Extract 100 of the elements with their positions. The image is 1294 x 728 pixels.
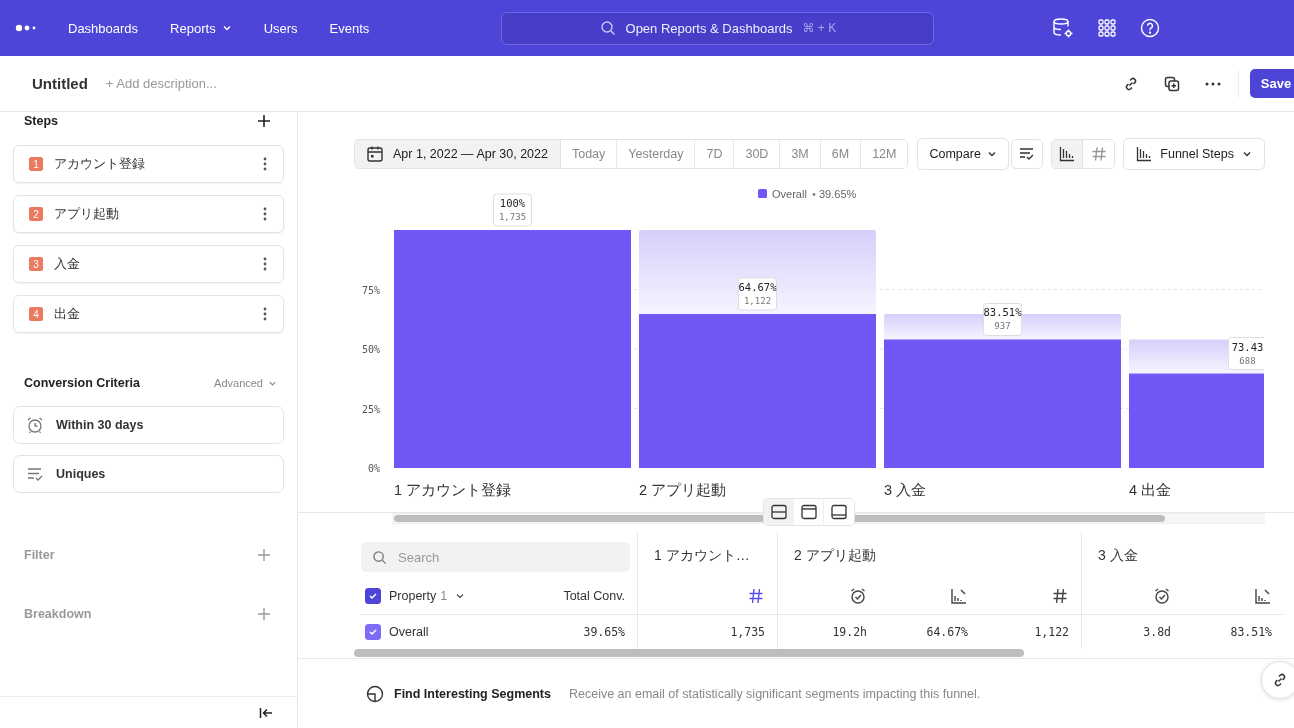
table-cell: 39.65% <box>583 625 625 639</box>
clock-check-icon[interactable] <box>1153 586 1171 605</box>
footer-text: Receive an email of statistically significant segments impacting this funnel. <box>568 686 981 701</box>
section-title: Steps <box>24 114 59 128</box>
chevron-down-icon <box>1242 149 1252 159</box>
column-header: 1 アカウント… <box>653 546 751 565</box>
step-name: 出金 <box>54 305 80 323</box>
link-button[interactable] <box>1261 661 1294 699</box>
bar-chart-view-button[interactable] <box>1052 140 1084 168</box>
more-icon[interactable] <box>1205 81 1221 86</box>
segments-icon <box>366 684 384 703</box>
table-cell-text: 3.8d <box>1142 624 1172 641</box>
compare-dropdown[interactable]: Compare <box>917 138 1009 170</box>
step-card[interactable]: 2 アプリ起動 <box>13 195 284 233</box>
date-range-picker[interactable]: Apr 1, 2022 — Apr 30, 2022 <box>355 140 561 168</box>
column-header: 2 アプリ起動 <box>793 546 877 565</box>
clock-check-icon[interactable] <box>849 586 867 605</box>
checkmark-icon <box>368 627 378 637</box>
value-label: 64.67% 1,122 <box>738 277 777 311</box>
category-label: 1 アカウント登録 <box>394 482 512 498</box>
chart-percent-icon[interactable] <box>950 586 968 605</box>
footer-title[interactable]: Find Interesting Segments <box>394 686 551 701</box>
step-card[interactable]: 3 入金 <box>13 245 284 283</box>
axis-label: 50% <box>361 344 380 355</box>
shortcut-hint: ⌘ + K <box>802 21 837 35</box>
top-panel-layout-icon <box>800 504 817 520</box>
axis-label: 0% <box>367 463 380 474</box>
more-vertical-icon[interactable] <box>263 307 267 321</box>
hash-icon[interactable] <box>747 586 765 605</box>
alarm-clock-icon <box>26 416 44 434</box>
link-icon[interactable] <box>1123 75 1139 92</box>
chart-percent-icon[interactable] <box>1254 586 1272 605</box>
collapse-sidebar-icon[interactable] <box>259 706 273 719</box>
duplicate-icon[interactable] <box>1164 75 1180 92</box>
layout-button[interactable] <box>764 499 794 525</box>
database-settings-icon[interactable] <box>1052 17 1075 39</box>
criteria-option[interactable]: Within 30 days <box>13 406 284 444</box>
checkbox[interactable] <box>365 624 381 640</box>
apps-grid-icon[interactable] <box>1098 19 1117 37</box>
logo-icon[interactable] <box>15 24 37 32</box>
step-card[interactable]: 4 出金 <box>13 295 284 333</box>
criteria-label: Within 30 days <box>56 418 144 432</box>
help-icon[interactable] <box>1140 18 1161 38</box>
nav-link[interactable]: Users <box>263 20 298 36</box>
category-label: 3 入金 <box>884 482 927 498</box>
more-vertical-icon[interactable] <box>263 207 267 221</box>
bar-chart-icon <box>1059 146 1076 162</box>
advanced-dropdown[interactable]: Advanced <box>214 377 263 389</box>
nav-link[interactable]: Dashboards <box>68 20 139 36</box>
nav-link[interactable]: Reports <box>170 20 216 36</box>
legend: Overall 39.65% <box>758 188 857 200</box>
report-title[interactable]: Untitled <box>32 75 88 92</box>
sort-check-icon <box>1019 147 1036 161</box>
checkbox[interactable] <box>365 587 381 604</box>
hash-icon[interactable] <box>1051 586 1069 605</box>
criteria-option[interactable]: Uniques <box>13 455 284 493</box>
calendar-icon <box>366 145 384 163</box>
chevron-down-icon[interactable] <box>221 23 232 33</box>
chart-type-label: Funnel Steps <box>1160 147 1234 161</box>
axis-label: 75% <box>361 284 380 296</box>
search-icon <box>599 20 616 36</box>
more-vertical-icon[interactable] <box>263 257 267 271</box>
step-name: アカウント登録 <box>54 155 145 173</box>
value-label: 73.43 688 <box>1228 337 1264 370</box>
step-name: アプリ起動 <box>54 205 119 223</box>
step-card[interactable]: 1 アカウント登録 <box>13 145 284 183</box>
save-button[interactable]: Save <box>1250 69 1294 98</box>
column-header: 3 入金 <box>1097 546 1139 565</box>
table-cell-text: 64.67% <box>925 624 969 641</box>
column-header: Total Conv. <box>563 588 625 603</box>
table-cell-text: 1,122 <box>1033 624 1070 641</box>
legend-label: Overall <box>772 188 807 200</box>
checkmark-icon <box>368 590 378 601</box>
nav-link[interactable]: Events <box>329 20 370 36</box>
category-label: 4 出金 <box>1129 482 1172 498</box>
add-icon[interactable] <box>257 114 271 128</box>
property-dropdown[interactable]: Property <box>389 588 437 603</box>
search-placeholder: Search <box>398 549 440 565</box>
search-placeholder: Open Reports & Dashboards <box>625 20 793 36</box>
category-label: 2 アプリ起動 <box>639 482 727 498</box>
step-name: 入金 <box>54 255 80 273</box>
axis-label: 25% <box>361 403 380 415</box>
section-title: Conversion Criteria <box>24 376 140 390</box>
table-cell-text: 1,735 <box>729 624 766 641</box>
criteria-label: Uniques <box>56 467 106 481</box>
chart-type-dropdown[interactable]: Funnel Steps <box>1123 138 1265 170</box>
search-field[interactable]: Open Reports & Dashboards ⌘ + K <box>501 11 935 45</box>
compare-label: Compare <box>929 147 981 161</box>
sort-button[interactable] <box>1011 139 1044 169</box>
table-cell-text: 19.2h <box>831 624 868 641</box>
chevron-down-icon <box>986 149 997 159</box>
step-number-badge: 2 <box>29 207 43 221</box>
more-vertical-icon[interactable] <box>263 157 267 171</box>
property-count: 1 <box>440 588 448 603</box>
section-title: Filter <box>24 548 55 562</box>
link-icon <box>1272 672 1288 688</box>
search-icon <box>372 549 387 565</box>
bottom-panel-layout-icon <box>831 504 847 520</box>
section-title: Breakdown <box>24 607 92 621</box>
sort-check-icon <box>26 465 44 483</box>
